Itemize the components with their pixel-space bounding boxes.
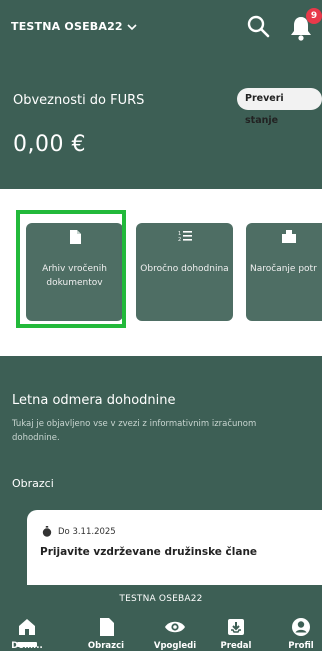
card-title: Prijavite vzdrževane družinske člane xyxy=(40,546,258,558)
nav-label: Profil xyxy=(288,641,314,651)
stopwatch-icon xyxy=(42,526,52,537)
chevron-down-icon xyxy=(127,23,137,30)
search-icon[interactable] xyxy=(246,14,270,38)
nav-label: Predal xyxy=(220,641,252,651)
preveri-stanje-button[interactable]: Preveri stanje xyxy=(237,88,322,126)
nav-label: Vpogledi xyxy=(153,641,197,651)
user-selector-label: TESTNA OSEBA22 xyxy=(11,20,123,33)
top-bar: TESTNA OSEBA22 9 xyxy=(0,0,322,60)
folder-icon xyxy=(282,230,296,243)
profile-icon xyxy=(292,618,310,636)
list-icon: 12 xyxy=(178,231,192,242)
nav-item-profil[interactable]: Profil xyxy=(271,616,322,651)
letna-odmera-title: Letna odmera dohodnine xyxy=(12,393,176,408)
nav-item-vpogledi[interactable]: Vpogledi xyxy=(145,616,205,651)
notification-badge: 9 xyxy=(306,8,322,24)
eye-icon xyxy=(165,621,185,633)
tile-label: Obročno dohodnina xyxy=(140,264,229,274)
letna-odmera-description: Tukaj je objavljeno vse v zvezi z inform… xyxy=(12,419,257,443)
active-nav-indicator xyxy=(17,642,37,647)
selection-highlight xyxy=(16,210,126,328)
tile-label: Naročanje potr xyxy=(250,264,317,274)
card-date: Do 3.11.2025 xyxy=(42,526,116,537)
obveznosti-amount: 0,00 € xyxy=(13,132,86,157)
tile-narocanje[interactable]: Naročanje potr xyxy=(246,223,322,321)
user-selector[interactable]: TESTNA OSEBA22 xyxy=(11,20,137,33)
obrazci-heading: Obrazci xyxy=(12,477,54,490)
svg-text:2: 2 xyxy=(178,237,181,242)
document-icon xyxy=(99,618,114,636)
bottom-user-label: TESTNA OSEBA22 xyxy=(119,594,203,604)
obveznosti-title: Obveznosti do FURS xyxy=(13,93,145,108)
home-icon xyxy=(19,619,35,635)
obrazec-card[interactable]: Do 3.11.2025 Prijavite vzdrževane družin… xyxy=(27,510,322,590)
inbox-icon xyxy=(228,619,244,635)
nav-item-obrazci[interactable]: Obrazci xyxy=(76,616,136,651)
nav-label: Obrazci xyxy=(87,641,125,651)
tile-obrocno-dohodnina[interactable]: 12 Obročno dohodnina xyxy=(136,223,233,321)
card-date-text: Do 3.11.2025 xyxy=(58,526,116,537)
nav-item-predal[interactable]: Predal xyxy=(206,616,266,651)
